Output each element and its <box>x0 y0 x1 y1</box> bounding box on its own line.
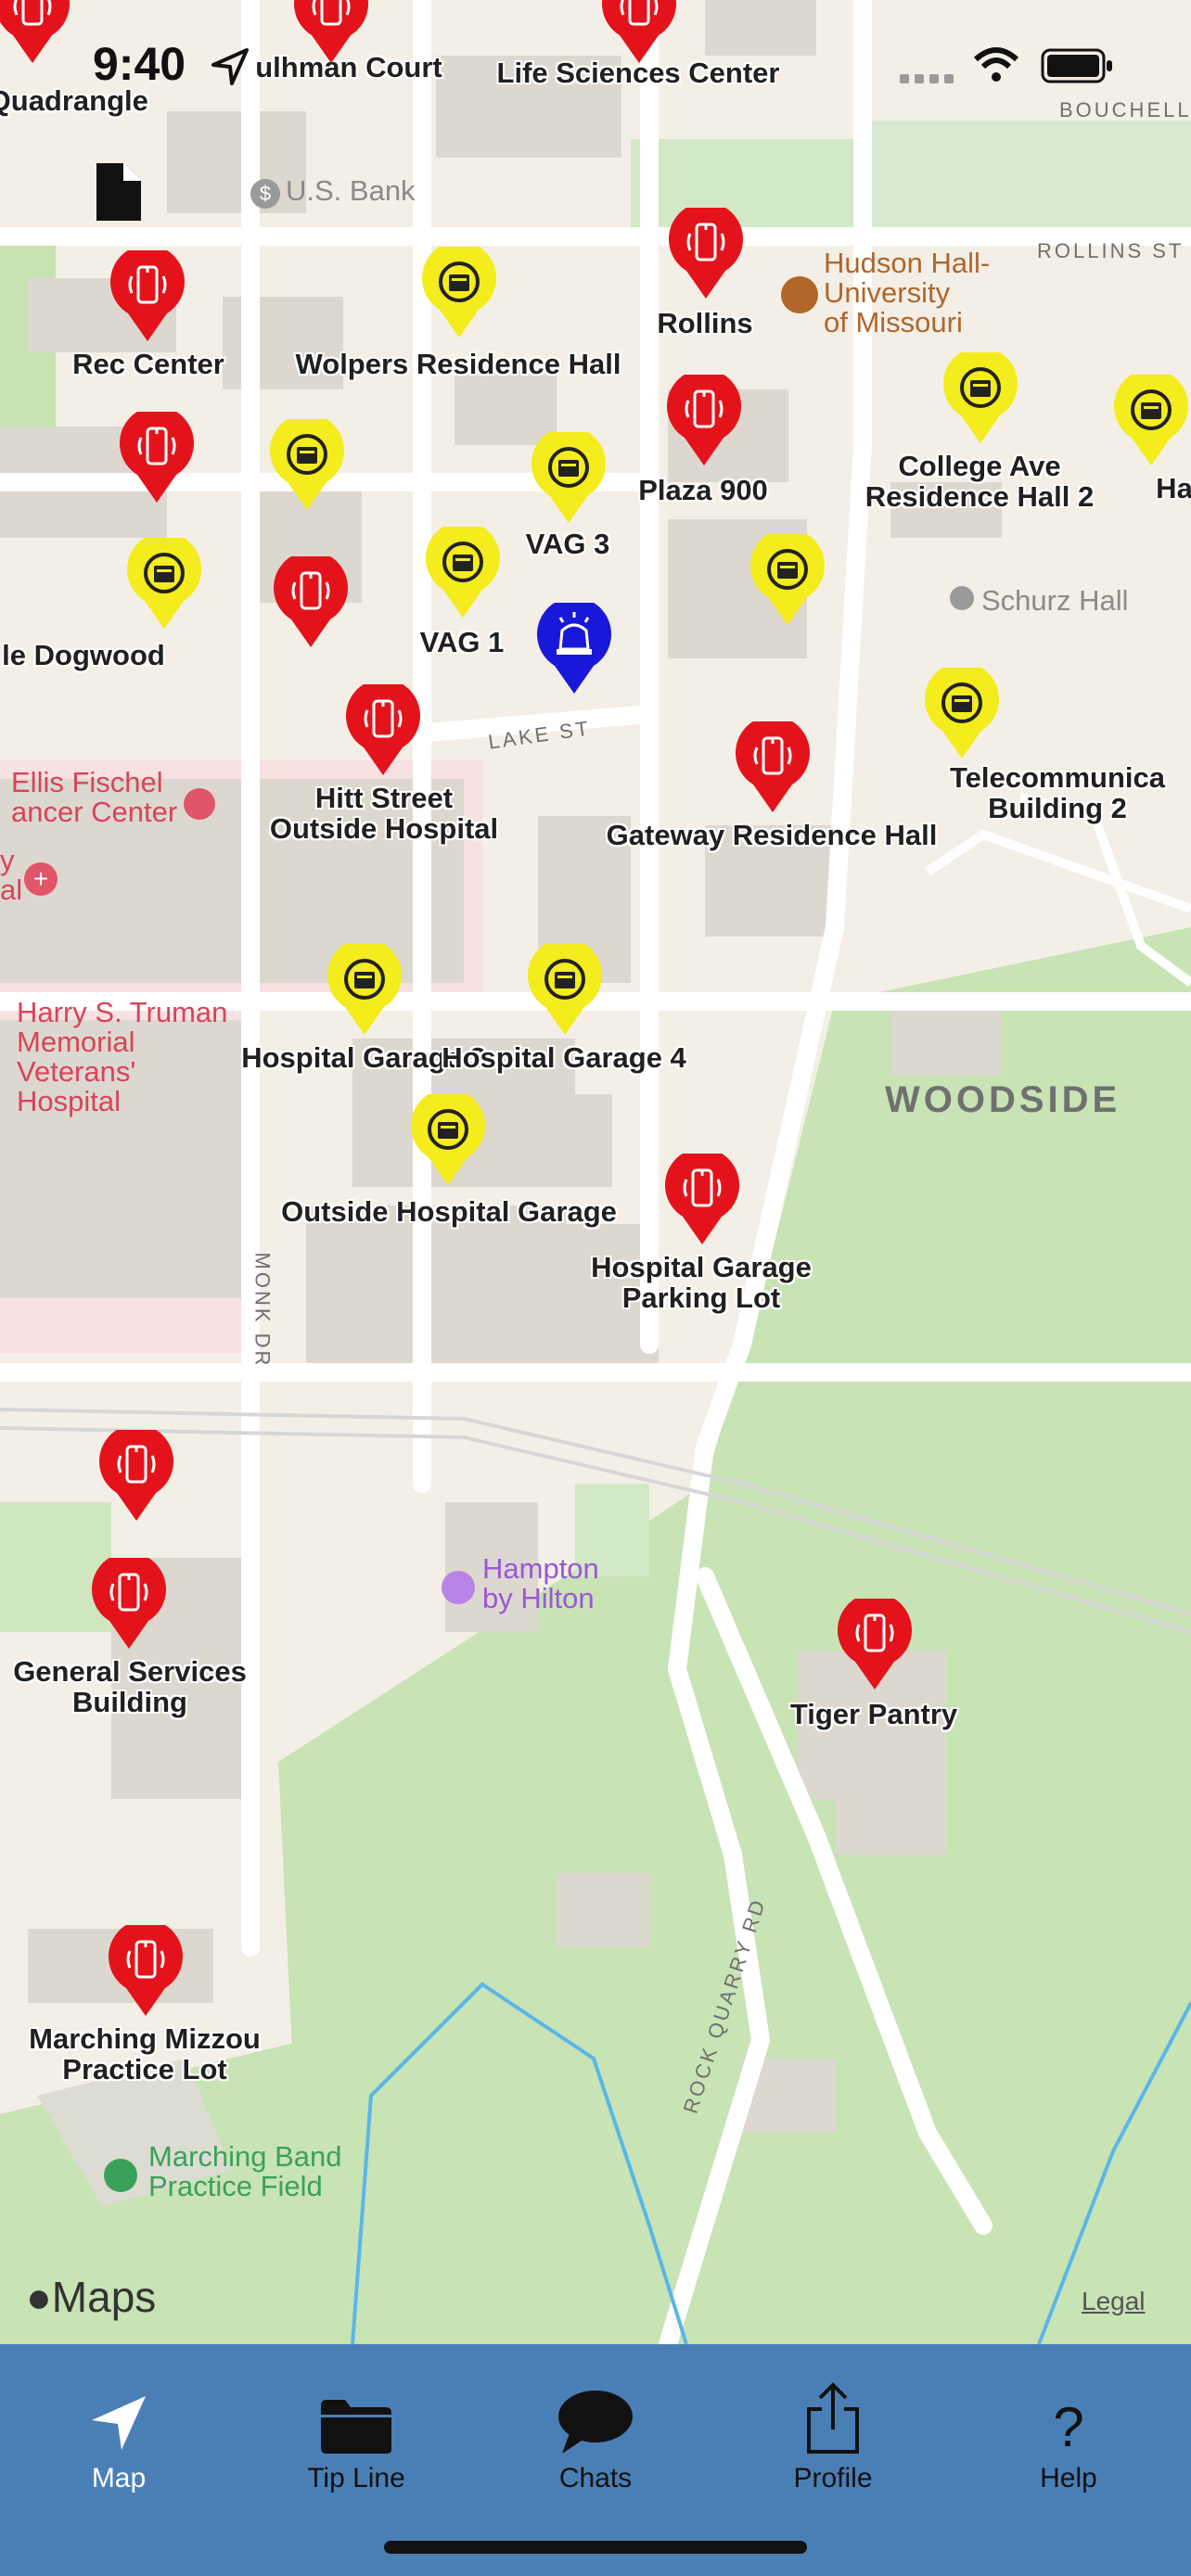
pin-alert-alert-icon[interactable] <box>534 603 614 695</box>
pin-college-ave-icon[interactable] <box>941 352 1020 445</box>
pin-hatch-icon[interactable] <box>1111 375 1191 467</box>
poi-schurz-hall[interactable]: Schurz Hall <box>950 586 1129 616</box>
pin-dogwood-label: le Dogwood <box>2 639 165 671</box>
pin-gateway-label: Gateway Residence Hall <box>606 819 938 851</box>
poi-hospital-y[interactable]: y al + <box>0 844 58 906</box>
road-label-monk-dr: MONK DR <box>250 1252 275 1369</box>
pin-marching-icon[interactable] <box>106 1925 186 2018</box>
tab-map-label: Map <box>91 2463 147 2493</box>
pin-garage4-label: Hospital Garage 4 <box>442 1041 686 1074</box>
pin-plaza900-label: Plaza 900 <box>638 474 768 506</box>
tab-tip-line-label: Tip Line <box>307 2463 405 2493</box>
pin-hitt-label: Hitt Street Outside Hospital <box>269 782 499 845</box>
pin-red-center-icon[interactable] <box>271 556 351 649</box>
poi-ellis-label: Ellis Fischel ancer Center <box>11 766 178 828</box>
document-icon[interactable] <box>93 159 145 224</box>
pin-dogwood-icon[interactable] <box>124 538 204 631</box>
wifi-icon <box>973 47 1019 82</box>
location-arrow-icon <box>92 2396 146 2450</box>
tab-profile[interactable]: Profile <box>740 2344 926 2511</box>
poi-hudson-label: Hudson Hall- University of Missouri <box>824 247 991 338</box>
circle-pin-icon <box>950 586 974 610</box>
pin-tiger-pantry-icon[interactable] <box>835 1599 915 1691</box>
hospital-cross-icon: + <box>24 862 58 896</box>
home-indicator <box>384 2541 807 2554</box>
hotel-icon <box>442 1571 475 1604</box>
status-time: 9:40 <box>93 38 186 90</box>
pin-rec-center-label: Rec Center <box>72 348 224 380</box>
legal-link[interactable]: Legal <box>1082 2287 1146 2316</box>
pin-vag3-label: VAG 3 <box>525 528 610 560</box>
pin-outside-garage-label: Outside Hospital Garage <box>281 1195 617 1228</box>
pin-marching-label: Marching Mizzou Practice Lot <box>29 2022 261 2085</box>
poi-us-bank-label: U.S. Bank <box>286 174 416 207</box>
runner-icon <box>104 2159 137 2192</box>
pin-general-services-icon[interactable] <box>89 1558 169 1651</box>
poi-us-bank[interactable]: $ U.S. Bank <box>250 176 416 209</box>
poi-truman-label: Harry S. Truman Memorial Veterans' Hospi… <box>17 996 228 1117</box>
battery-icon <box>1041 48 1112 83</box>
pin-vag1-icon[interactable] <box>423 527 503 619</box>
pin-telecom-label: Telecommunica Building 2 <box>949 761 1166 824</box>
pin-gateway-icon[interactable] <box>733 721 813 814</box>
pin-garage-parking-icon[interactable] <box>662 1154 742 1246</box>
poi-marching-label: Marching Band Practice Field <box>148 2140 342 2202</box>
pin-vag1-label: VAG 1 <box>419 626 505 658</box>
pin-red-mid-left-icon[interactable] <box>117 412 197 504</box>
tab-chats[interactable]: Chats <box>503 2344 688 2511</box>
pin-wolpers-icon[interactable] <box>419 247 499 339</box>
apple-icon: ● <box>26 2273 52 2321</box>
graduation-cap-icon <box>781 276 818 313</box>
pin-garage4-icon[interactable] <box>525 944 605 1037</box>
pin-hatch-label: Ha <box>1156 472 1191 504</box>
poi-schurz-label: Schurz Hall <box>981 584 1129 617</box>
pin-yellow-mid-left-icon[interactable] <box>267 419 347 512</box>
pin-yellow-right-icon[interactable] <box>748 534 827 627</box>
chat-bubble-icon <box>558 2391 633 2454</box>
tab-help[interactable]: ? Help <box>976 2344 1161 2511</box>
pin-general-services-label: General Services Building <box>13 1655 247 1718</box>
folder-icon <box>321 2400 391 2454</box>
pin-rollins-label: Rollins <box>657 307 753 339</box>
tab-help-label: Help <box>1040 2463 1097 2493</box>
pin-telecom-icon[interactable] <box>922 668 1002 760</box>
location-services-icon <box>211 48 249 85</box>
medical-icon <box>184 788 215 820</box>
apple-maps-logo: ●Maps <box>26 2272 156 2322</box>
maps-logo-text: Maps <box>51 2273 157 2321</box>
tab-map[interactable]: Map <box>26 2344 211 2511</box>
share-icon <box>807 2382 859 2454</box>
map-view[interactable]: BOUCHELLE ROLLINS ST LAKE ST MONK DR ROC… <box>0 0 1191 2344</box>
poi-hospital-y-label: y al <box>0 844 23 906</box>
pin-red-lower-left-icon[interactable] <box>96 1430 176 1523</box>
status-bar: 9:40 <box>0 0 1191 130</box>
tab-profile-label: Profile <box>793 2463 873 2493</box>
tab-tip-line[interactable]: Tip Line <box>263 2344 449 2511</box>
area-woodside: WOODSIDE <box>885 1079 1121 1120</box>
pin-rec-center-icon[interactable] <box>108 250 187 343</box>
pin-vag3-icon[interactable] <box>529 432 608 525</box>
poi-ellis-fischel[interactable]: Ellis Fischel ancer Center <box>0 766 215 828</box>
pin-garage3-icon[interactable] <box>325 944 404 1037</box>
bank-icon: $ <box>250 179 280 209</box>
question-icon: ? <box>1053 2396 1084 2458</box>
poi-truman-hospital[interactable]: Harry S. Truman Memorial Veterans' Hospi… <box>17 998 227 1116</box>
poi-hampton-label: Hampton by Hilton <box>482 1552 599 1614</box>
road-label-rollins-st: ROLLINS ST <box>1037 239 1185 262</box>
pin-outside-garage-icon[interactable] <box>408 1094 488 1187</box>
pin-garage-parking-label: Hospital Garage Parking Lot <box>591 1251 812 1314</box>
pin-college-ave-label: College Ave Residence Hall 2 <box>864 450 1095 513</box>
signal-icon <box>900 74 954 83</box>
pin-tiger-pantry-label: Tiger Pantry <box>789 1698 958 1730</box>
pin-wolpers-label: Wolpers Residence Hall <box>295 348 621 380</box>
pin-hitt-icon[interactable] <box>343 684 423 777</box>
tab-chats-label: Chats <box>558 2463 633 2493</box>
pin-plaza900-icon[interactable] <box>664 375 744 467</box>
pin-rollins-icon[interactable] <box>666 208 746 300</box>
